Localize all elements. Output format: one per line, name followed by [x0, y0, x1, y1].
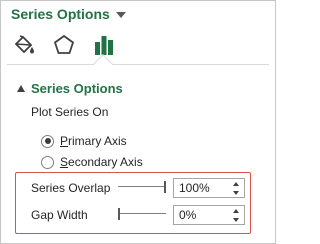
tab-divider: [7, 64, 269, 65]
secondary-axis-radio[interactable]: [41, 155, 54, 169]
gap-width-spinner: [173, 205, 245, 225]
slider-track: [118, 213, 166, 214]
paint-bucket-icon: [12, 33, 36, 57]
primary-axis-label: Primary Axis: [60, 134, 127, 148]
series-overlap-decrement[interactable]: [231, 188, 241, 197]
gap-width-slider[interactable]: [118, 208, 166, 220]
tab-fill-line[interactable]: [11, 31, 37, 59]
series-overlap-increment[interactable]: [231, 179, 241, 188]
section-title: Series Options: [31, 81, 123, 96]
spin-down-icon: [233, 217, 239, 222]
pane-header[interactable]: Series Options: [11, 6, 126, 22]
secondary-axis-accesskey: S: [60, 155, 69, 169]
slider-thumb[interactable]: [164, 181, 166, 193]
gap-width-decrement[interactable]: [231, 215, 241, 224]
chevron-down-icon[interactable]: [115, 12, 126, 18]
series-overlap-slider[interactable]: [118, 181, 166, 193]
primary-axis-accesskey: P: [60, 134, 69, 148]
bar-chart-icon: [92, 33, 116, 57]
section-header[interactable]: Series Options: [17, 81, 123, 96]
pane-title: Series Options: [11, 6, 110, 22]
series-overlap-input[interactable]: [174, 179, 230, 197]
secondary-axis-label: Secondary Axis: [60, 155, 143, 169]
series-overlap-spinner: [173, 178, 245, 198]
secondary-axis-label-rest: econdary Axis: [68, 155, 143, 169]
pentagon-icon: [52, 33, 76, 57]
primary-axis-label-rest: rimary Axis: [68, 134, 127, 148]
slider-track: [118, 186, 166, 187]
collapse-triangle-icon[interactable]: [17, 85, 25, 92]
plot-series-on-label: Plot Series On: [31, 105, 109, 119]
slider-thumb[interactable]: [118, 208, 120, 220]
primary-axis-option[interactable]: Primary Axis: [41, 134, 127, 148]
spin-up-icon: [233, 181, 239, 186]
primary-axis-radio[interactable]: [41, 134, 54, 148]
gap-width-increment[interactable]: [231, 206, 241, 215]
format-data-series-pane: Series Options Series Options Plot Serie…: [0, 0, 276, 244]
spin-up-icon: [233, 208, 239, 213]
spin-down-icon: [233, 190, 239, 195]
series-overlap-label: Series Overlap: [31, 181, 111, 195]
secondary-axis-option[interactable]: Secondary Axis: [41, 155, 143, 169]
tab-effects[interactable]: [51, 31, 77, 59]
gap-width-label: Gap Width: [31, 208, 88, 222]
gap-width-input[interactable]: [174, 206, 230, 224]
